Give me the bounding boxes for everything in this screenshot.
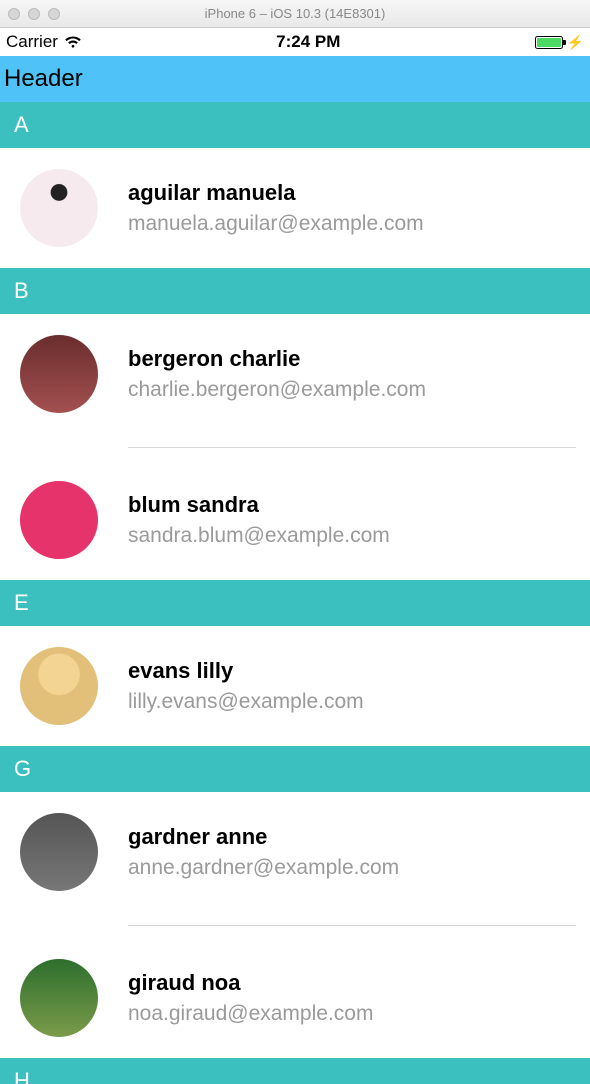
contact-text: aguilar manuela manuela.aguilar@example.c… xyxy=(128,180,424,236)
contact-email: sandra.blum@example.com xyxy=(128,524,390,548)
list-header: Header xyxy=(0,56,590,102)
list-header-title: Header xyxy=(4,65,83,93)
contact-name: giraud noa xyxy=(128,970,373,996)
contact-row[interactable]: gardner anne anne.gardner@example.com xyxy=(0,792,590,912)
phone-screen: Carrier 7:24 PM ⚡ Header Aaguilar manuel… xyxy=(0,28,590,1084)
contact-text: giraud noa noa.giraud@example.com xyxy=(128,970,373,1026)
contact-name: gardner anne xyxy=(128,824,399,850)
contact-name: evans lilly xyxy=(128,658,364,684)
section-body: aguilar manuela manuela.aguilar@example.c… xyxy=(0,148,590,268)
contact-name: bergeron charlie xyxy=(128,346,426,372)
avatar xyxy=(20,647,98,725)
contact-text: bergeron charlie charlie.bergeron@example… xyxy=(128,346,426,402)
section-body: gardner anne anne.gardner@example.com gira… xyxy=(0,792,590,1058)
contact-text: gardner anne anne.gardner@example.com xyxy=(128,824,399,880)
contact-row[interactable]: blum sandra sandra.blum@example.com xyxy=(0,460,590,580)
section-header: B xyxy=(0,268,590,314)
contacts-list[interactable]: Aaguilar manuela manuela.aguilar@example.… xyxy=(0,102,590,1084)
avatar xyxy=(20,169,98,247)
section-header: H xyxy=(0,1058,590,1084)
section-body: evans lilly lilly.evans@example.com xyxy=(0,626,590,746)
avatar xyxy=(20,959,98,1037)
contact-text: blum sandra sandra.blum@example.com xyxy=(128,492,390,548)
contact-name: aguilar manuela xyxy=(128,180,424,206)
section-header: E xyxy=(0,580,590,626)
carrier-label: Carrier xyxy=(6,32,58,52)
contact-email: anne.gardner@example.com xyxy=(128,856,399,880)
status-time: 7:24 PM xyxy=(276,32,340,52)
section-header: G xyxy=(0,746,590,792)
status-bar: Carrier 7:24 PM ⚡ xyxy=(0,28,590,56)
avatar xyxy=(20,481,98,559)
contact-email: charlie.bergeron@example.com xyxy=(128,378,426,402)
avatar xyxy=(20,335,98,413)
avatar xyxy=(20,813,98,891)
contact-row[interactable]: aguilar manuela manuela.aguilar@example.c… xyxy=(0,148,590,268)
charging-icon: ⚡ xyxy=(567,35,584,49)
wifi-icon xyxy=(64,35,82,49)
contact-email: manuela.aguilar@example.com xyxy=(128,212,424,236)
simulator-titlebar: iPhone 6 – iOS 10.3 (14E8301) xyxy=(0,0,590,28)
section-body: bergeron charlie charlie.bergeron@example… xyxy=(0,314,590,580)
simulator-title: iPhone 6 – iOS 10.3 (14E8301) xyxy=(0,6,590,21)
section-header: A xyxy=(0,102,590,148)
contact-row[interactable]: giraud noa noa.giraud@example.com xyxy=(0,938,590,1058)
battery-icon xyxy=(535,36,563,49)
contact-text: evans lilly lilly.evans@example.com xyxy=(128,658,364,714)
contact-row[interactable]: evans lilly lilly.evans@example.com xyxy=(0,626,590,746)
contact-email: lilly.evans@example.com xyxy=(128,690,364,714)
contact-name: blum sandra xyxy=(128,492,390,518)
contact-email: noa.giraud@example.com xyxy=(128,1002,373,1026)
contact-row[interactable]: bergeron charlie charlie.bergeron@example… xyxy=(0,314,590,434)
